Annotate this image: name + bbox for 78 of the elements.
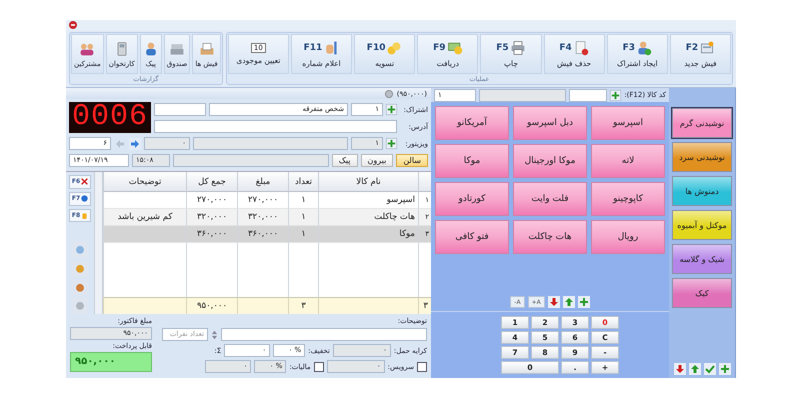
table-cell: ۹۵۰,۰۰۰ xyxy=(186,297,237,314)
input-field[interactable] xyxy=(173,154,329,167)
table-cell: ۱ xyxy=(288,192,318,209)
checkbox[interactable] xyxy=(417,362,427,372)
add-icon[interactable] xyxy=(386,104,397,115)
product-button[interactable]: هات چاکلت xyxy=(513,220,587,254)
table-cell: موکا xyxy=(318,226,418,243)
table-cell: ۱ xyxy=(288,226,318,243)
column-header: توضیحات xyxy=(103,172,186,192)
document-icon xyxy=(699,40,716,56)
table-cell: ۳۲۰,۰۰۰ xyxy=(186,209,237,226)
category-button[interactable]: دمنوش ها xyxy=(672,176,732,206)
add-icon[interactable] xyxy=(610,90,622,100)
code-field[interactable] xyxy=(569,88,608,102)
scrollbar[interactable] xyxy=(94,172,103,314)
payable-amount-field: ۹۵۰,۰۰۰ xyxy=(70,352,152,372)
close-icon[interactable] xyxy=(69,21,77,29)
up-arrow-icon[interactable] xyxy=(562,296,575,308)
notes-field[interactable] xyxy=(221,328,427,341)
close-icon xyxy=(81,178,88,186)
product-button[interactable]: فلت وایت xyxy=(513,182,587,216)
up-arrow-icon[interactable] xyxy=(688,363,700,375)
product-button[interactable]: کورتادو xyxy=(435,182,509,216)
table-cell: کم شیرین باشد xyxy=(103,209,186,226)
table-cell: ۱ xyxy=(288,209,318,226)
product-button[interactable]: دبل اسپرسو xyxy=(513,106,587,140)
add-icon[interactable] xyxy=(578,296,590,308)
add-icon[interactable] xyxy=(718,363,730,375)
address-field[interactable] xyxy=(154,120,397,133)
order-type-button[interactable]: پیک xyxy=(332,154,358,167)
coins-icon xyxy=(386,40,402,56)
product-button[interactable]: موکا xyxy=(435,144,509,178)
table-cell: ۳۶۰,۰۰۰ xyxy=(237,226,288,243)
order-number-display: 0006 xyxy=(69,102,151,133)
table-cell: ۳ xyxy=(418,297,431,314)
product-button[interactable]: موکا اورجینال xyxy=(513,144,587,178)
category-button[interactable]: موکتل و آبمیوه xyxy=(672,210,732,240)
add-icon[interactable] xyxy=(386,138,397,149)
column-header xyxy=(418,172,431,192)
column-header: نام کالا xyxy=(318,172,418,192)
category-button[interactable]: نوشیدنی سرد xyxy=(672,142,732,172)
category-button[interactable]: کیک xyxy=(672,278,732,308)
table-cell: ۳۲۰,۰۰۰ xyxy=(237,209,288,226)
category-button[interactable]: نوشیدنی گرم xyxy=(672,108,732,138)
table-cell: هات چاکلت xyxy=(318,209,418,226)
check-icon[interactable] xyxy=(704,363,716,375)
table-cell: ۲۷۰,۰۰۰ xyxy=(237,192,288,209)
product-button[interactable]: رویال xyxy=(591,220,665,254)
down-arrow-icon[interactable] xyxy=(548,296,560,308)
product-button[interactable]: لاته xyxy=(591,144,665,178)
table-cell: ۲۷۰,۰۰۰ xyxy=(186,192,237,209)
person-icon xyxy=(636,40,652,56)
order-type-button[interactable]: سالن xyxy=(396,154,428,167)
tray-icon xyxy=(198,40,215,56)
product-button[interactable]: اسپرسو xyxy=(591,106,665,140)
product-button[interactable]: فتو کافی xyxy=(435,220,509,254)
order-type-button[interactable]: بیرون xyxy=(360,154,394,167)
checkbox[interactable] xyxy=(314,362,324,372)
visitor-name-field[interactable] xyxy=(193,137,348,150)
column-header: مبلغ xyxy=(237,172,288,192)
money-icon xyxy=(446,40,463,56)
spinner-icon[interactable] xyxy=(211,328,218,340)
right-arrow-icon[interactable] xyxy=(129,138,141,150)
table-cell: اسپرسو xyxy=(318,192,418,209)
product-button[interactable]: آمریکانو xyxy=(435,106,509,140)
product-button[interactable]: کاپوچینو xyxy=(591,182,665,216)
column-header: تعداد xyxy=(288,172,318,192)
column-header: جمع کل xyxy=(186,172,237,192)
info-icon xyxy=(81,195,88,202)
input-field[interactable] xyxy=(154,103,206,116)
printer-icon xyxy=(510,40,526,56)
down-arrow-icon[interactable] xyxy=(674,363,686,375)
table-cell xyxy=(237,297,288,314)
collapse-icon[interactable] xyxy=(384,90,393,98)
category-button[interactable]: شیک و گلاسه xyxy=(672,244,732,274)
table-cell: ۳۶۰,۰۰۰ xyxy=(186,226,237,243)
table-cell: ۳ xyxy=(288,297,318,314)
product-name-field[interactable] xyxy=(479,88,566,102)
